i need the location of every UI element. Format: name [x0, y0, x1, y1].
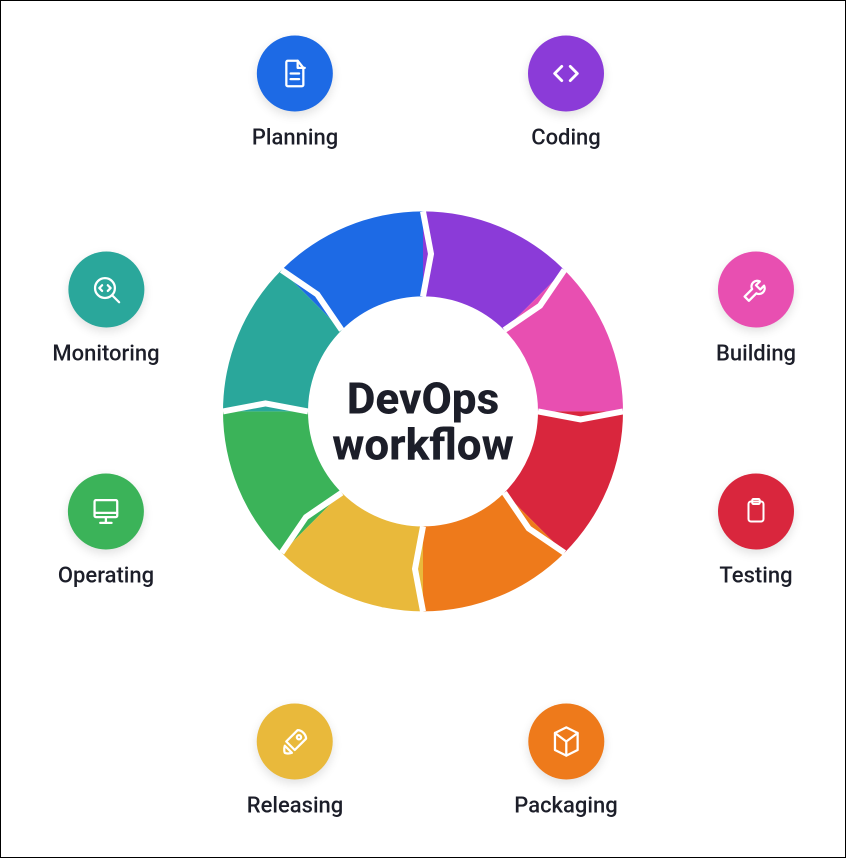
stage-building: Building	[716, 252, 796, 367]
stage-label: Packaging	[514, 794, 617, 819]
code-icon	[528, 36, 604, 112]
rocket-icon	[257, 704, 333, 780]
magnify-code-icon	[68, 252, 144, 328]
stage-label: Monitoring	[52, 342, 159, 367]
stage-packaging: Packaging	[514, 704, 617, 819]
diagram-title: DevOps workflow	[332, 375, 513, 467]
stage-operating: Operating	[58, 474, 154, 589]
devops-workflow-diagram: { "title_line1": "DevOps", "title_line2"…	[0, 0, 846, 858]
document-icon	[257, 36, 333, 112]
computer-icon	[68, 474, 144, 550]
clipboard-icon	[718, 474, 794, 550]
stage-releasing: Releasing	[247, 704, 344, 819]
stage-monitoring: Monitoring	[52, 252, 159, 367]
title-line-1: DevOps	[332, 375, 513, 421]
stage-label: Planning	[252, 126, 338, 151]
stage-label: Releasing	[247, 794, 344, 819]
title-line-2: workflow	[332, 422, 513, 468]
wrench-icon	[718, 252, 794, 328]
stage-planning: Planning	[252, 36, 338, 151]
stage-label: Operating	[58, 564, 154, 589]
stage-label: Testing	[719, 564, 792, 589]
stage-label: Coding	[531, 126, 601, 151]
stage-label: Building	[716, 342, 796, 367]
stage-coding: Coding	[528, 36, 604, 151]
cube-icon	[528, 704, 604, 780]
stage-testing: Testing	[718, 474, 794, 589]
